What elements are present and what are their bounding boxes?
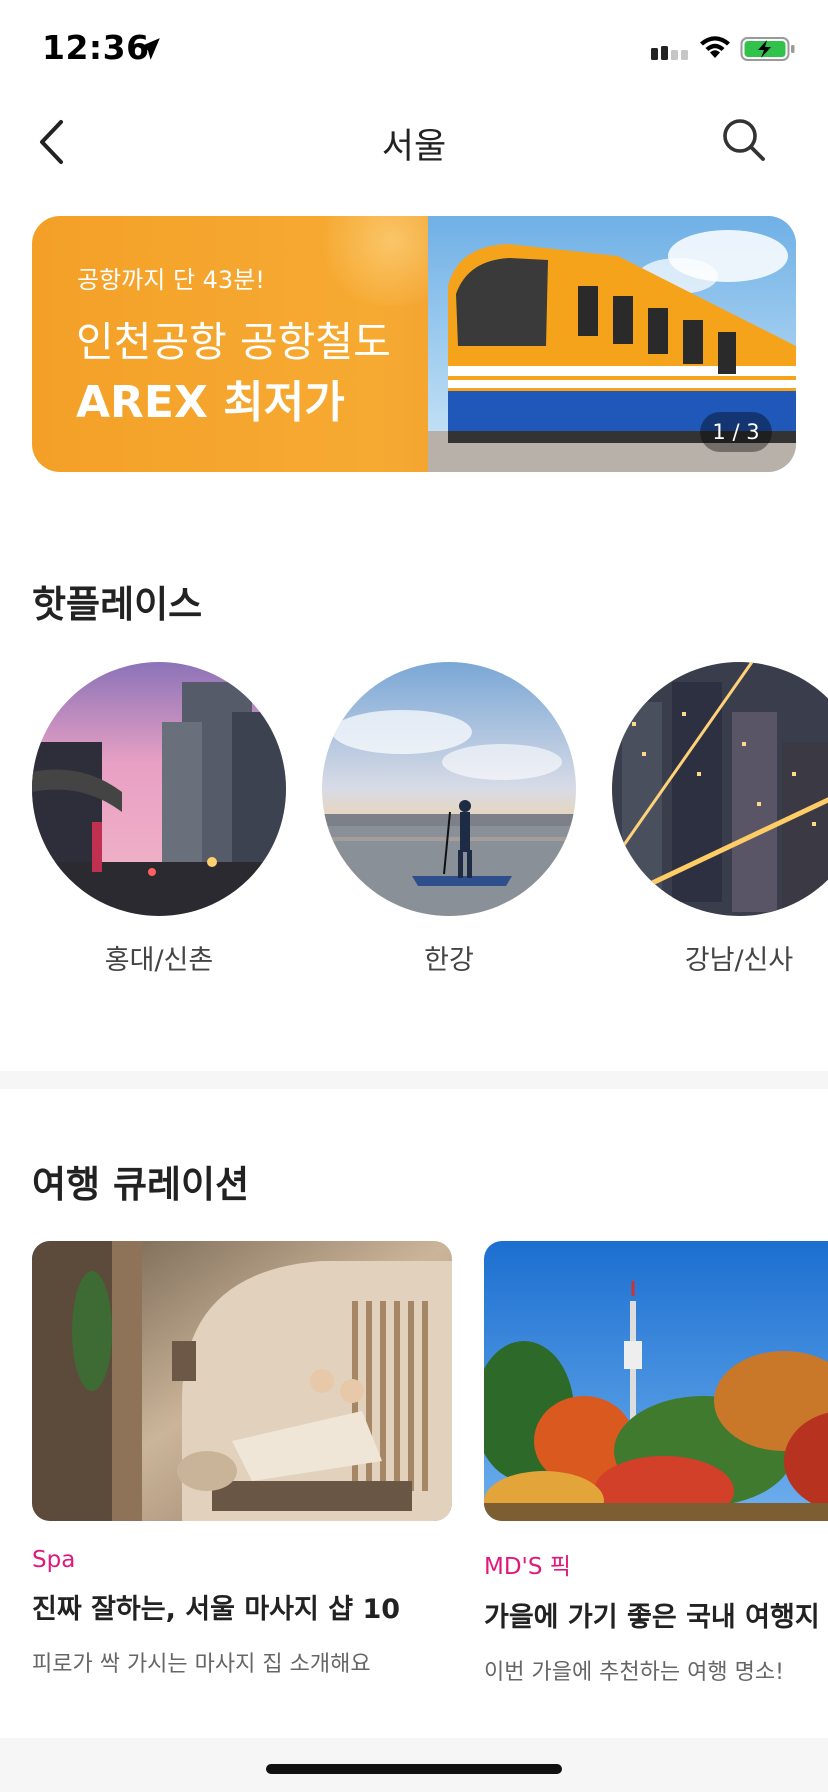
hotplace-item-hongdae[interactable]: 홍대/신촌	[32, 662, 286, 977]
status-bar: 12:36	[0, 0, 828, 96]
curation-card-title: 진짜 잘하는, 서울 마사지 샵 10	[32, 1594, 401, 1625]
curation-heading: 여행 큐레이션	[32, 1163, 250, 1206]
hotplaces-heading: 핫플레이스	[32, 583, 203, 626]
hotplace-image	[32, 662, 286, 916]
page-title: 서울	[381, 127, 447, 167]
search-icon	[723, 119, 765, 161]
hotplace-label: 강남/신사	[684, 945, 794, 976]
hotplace-item-gangnam[interactable]: 강남/신사	[612, 662, 828, 977]
hotplace-item-hangang[interactable]: 한강	[322, 662, 576, 977]
banner-headline-bold: AREX 최저가	[76, 377, 345, 428]
city-page: 12:36 서울 공항까지 단 43분! 인천공항 공항철도 AREX 최저가 …	[0, 0, 828, 1792]
location-arrow-icon	[138, 38, 160, 60]
curation-card-description: 이번 가을에 추천하는 여행 명소!	[484, 1660, 784, 1685]
banner-headline: 인천공항 공항철도	[76, 318, 391, 366]
banner-page-counter: 1 / 3	[700, 412, 772, 452]
search-button[interactable]	[718, 114, 770, 166]
hotplace-image	[322, 662, 576, 916]
curation-card-title: 가을에 가기 좋은 국내 여행지 50	[484, 1602, 828, 1633]
home-indicator[interactable]	[266, 1764, 562, 1774]
hotplace-image	[612, 662, 828, 916]
curation-card-category: MD'S 픽	[484, 1554, 571, 1580]
banner-subtitle: 공항까지 단 43분!	[77, 266, 265, 294]
curation-card-description: 피로가 싹 가시는 마사지 집 소개해요	[32, 1652, 371, 1677]
cellular-signal-icon	[651, 46, 688, 60]
curation-card-spa[interactable]: Spa 진짜 잘하는, 서울 마사지 샵 10 피로가 싹 가시는 마사지 집 …	[32, 1241, 452, 1678]
hotplace-label: 홍대/신촌	[104, 945, 214, 976]
wifi-icon	[700, 36, 730, 58]
section-divider	[0, 1071, 828, 1089]
curation-card-image	[484, 1241, 828, 1521]
curation-card-category: Spa	[32, 1547, 76, 1573]
battery-charging-icon	[740, 37, 795, 61]
status-time: 12:36	[42, 28, 150, 67]
promo-banner[interactable]: 공항까지 단 43분! 인천공항 공항철도 AREX 최저가 1 / 3	[32, 216, 796, 472]
nav-bar: 서울	[0, 96, 828, 188]
hotplace-label: 한강	[424, 945, 474, 976]
curation-card-image	[32, 1241, 452, 1521]
curation-card-autumn[interactable]: MD'S 픽 가을에 가기 좋은 국내 여행지 50 이번 가을에 추천하는 여…	[484, 1241, 828, 1686]
